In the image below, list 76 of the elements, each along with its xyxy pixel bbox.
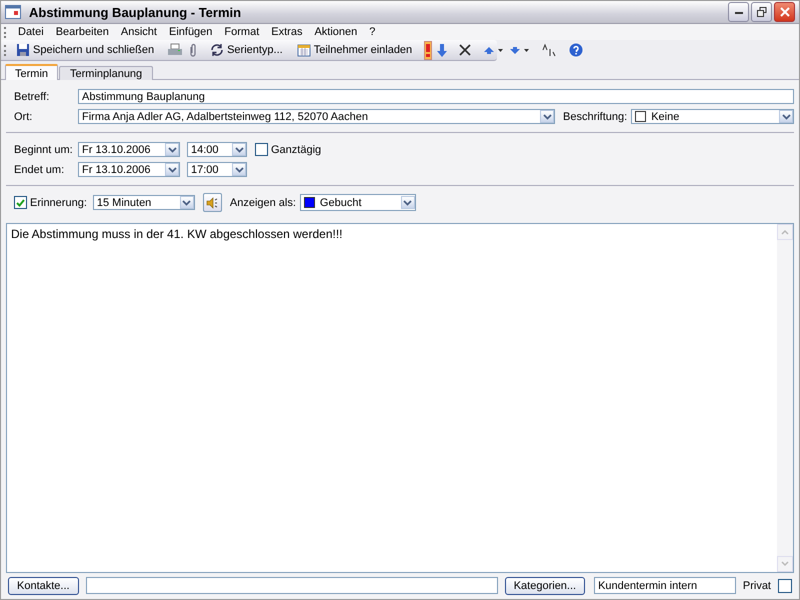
private-checkbox[interactable] [778,578,792,592]
close-icon [780,7,790,17]
minimize-icon [734,10,742,14]
caret-icon [403,200,412,206]
time-dropdown[interactable]: 17:00 [187,162,247,177]
recurrence-button[interactable]: Serientyp... [208,41,285,59]
caret-icon [168,146,176,152]
dropdown-button[interactable] [165,143,179,156]
dropdown-button[interactable] [232,163,246,176]
caret-icon [782,114,790,120]
location-label: Ort: [14,110,34,122]
down-arrow-icon[interactable] [509,44,530,56]
exclamation-icon [425,43,432,57]
reminder-label: Erinnerung: [30,196,87,208]
dropdown-button[interactable] [180,196,194,209]
caret-icon [182,200,192,206]
save-close-button[interactable]: Speichern und schließen [14,41,156,59]
label-label: Beschriftung: [563,110,628,122]
color-swatch [635,111,646,122]
all-day-label: Ganztägig [271,144,322,156]
invite-attendees-button[interactable]: Teilnehmer einladen [294,41,414,59]
subject-field[interactable]: Abstimmung Bauplanung [78,89,794,104]
dropdown-button[interactable] [540,110,554,123]
location-field[interactable]: Firma Anja Adler AG, Adalbertsteinweg 112, 52070 Aachen [78,109,555,124]
calendar-icon [5,5,21,19]
dropdown-button[interactable] [165,163,179,176]
time-dropdown[interactable]: 14:00 [187,142,247,157]
caret-icon [234,166,244,172]
printer-icon[interactable] [167,43,184,57]
restore-button[interactable] [751,2,772,22]
contacts-field[interactable] [86,577,498,594]
categories-field[interactable]: Kundentermin intern [594,577,736,594]
notes-text: Die Abstimmung muss in der 41. KW abgeschlossen werden!!! [10,226,344,243]
reminder-dropdown[interactable]: 15 Minuten [92,195,195,210]
high-importance-button[interactable] [424,40,432,60]
caret-icon [168,166,176,172]
menu-item[interactable]: Format [218,26,266,38]
delete-icon[interactable] [459,44,472,56]
caret-icon [542,114,552,120]
reminder-checkbox[interactable] [14,196,27,209]
subject-label: Betreff: [14,90,50,102]
show-as-dropdown[interactable]: Gebucht [300,194,416,211]
close-button[interactable] [774,2,795,22]
speaker-icon [206,196,218,208]
label-dropdown[interactable]: Keine [631,109,794,124]
date-dropdown[interactable]: Fr 13.10.2006 [78,162,180,177]
menu-item[interactable]: Bearbeiten [50,26,115,38]
dropdown-button[interactable] [400,196,415,209]
caret-icon [234,146,244,152]
time-label: Beginnt um: [14,144,74,156]
tab[interactable]: Termin [5,64,58,81]
restore-icon [756,7,766,17]
categories-button[interactable]: Kategorien... [504,576,586,594]
window-title: Abstimmung Bauplanung - Termin [29,4,242,20]
circular-arrows-icon [210,43,224,57]
dropdown-button[interactable] [779,110,793,123]
sound-button[interactable] [202,193,222,212]
show-as-label: Anzeigen als: [230,196,296,208]
menu-item[interactable]: Aktionen [308,26,364,38]
private-label: Privat [742,580,771,592]
menu-item[interactable]: ? [363,26,382,38]
help-icon[interactable] [569,43,584,57]
all-day-checkbox[interactable] [255,143,268,156]
up-arrow-icon[interactable] [483,44,504,56]
menu-item[interactable]: Ansicht [114,26,163,38]
menu-item[interactable]: Datei [12,26,50,38]
paperclip-icon[interactable] [189,43,198,57]
date-dropdown[interactable]: Fr 13.10.2006 [78,142,180,157]
tab[interactable]: Terminplanung [59,66,154,81]
menu-item[interactable]: Einfügen [162,26,218,38]
minimize-button[interactable] [728,2,749,22]
menu-item[interactable]: Extras [265,26,308,38]
contacts-button[interactable]: Kontakte... [8,576,79,594]
calendar-icon [296,43,311,57]
dropdown-button[interactable] [232,143,246,156]
time-label: Endet um: [14,164,66,176]
